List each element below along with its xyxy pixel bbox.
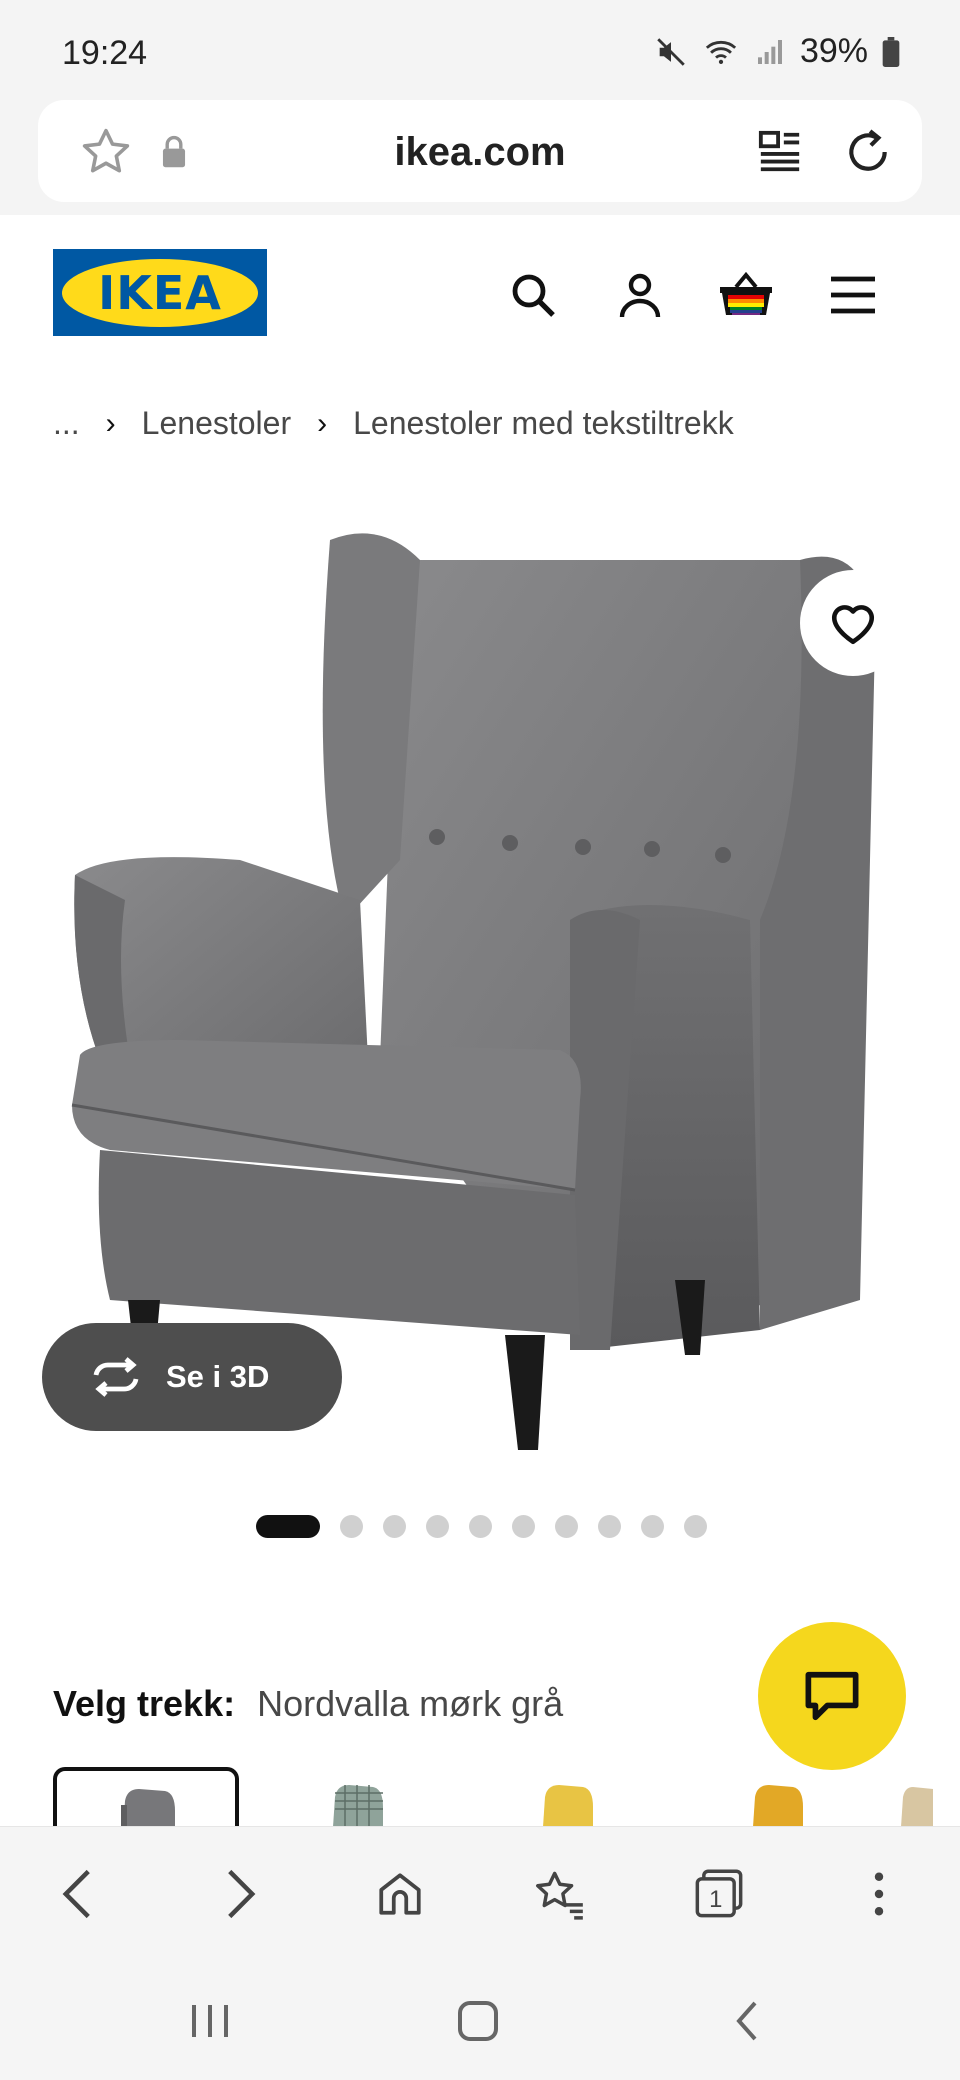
carousel-dot[interactable] — [340, 1515, 363, 1538]
chevron-right-icon: › — [105, 406, 116, 440]
heart-icon — [831, 605, 875, 645]
logo-text: IKEA — [98, 265, 222, 320]
rotate-3d-icon — [93, 1357, 139, 1397]
wifi-icon — [705, 40, 737, 64]
status-bar: 19:24 39% — [0, 0, 960, 100]
status-time: 19:24 — [62, 34, 148, 72]
home-icon[interactable] — [443, 1986, 513, 2056]
swatch-checked[interactable] — [263, 1767, 449, 1827]
signal-icon — [757, 39, 782, 64]
carousel-dot[interactable] — [512, 1515, 535, 1538]
browser-toolbar: 1 — [0, 1826, 960, 1960]
carousel-dot[interactable] — [469, 1515, 492, 1538]
image-carousel-dots — [256, 1515, 707, 1538]
system-navigation — [0, 1960, 960, 2080]
view-3d-button[interactable]: Se i 3D — [42, 1323, 342, 1431]
cover-selection: Velg trekk: Nordvalla mørk grå — [53, 1683, 563, 1725]
chat-icon — [805, 1671, 859, 1721]
breadcrumb-ellipsis[interactable]: ... — [53, 405, 80, 442]
recents-icon[interactable] — [175, 1986, 245, 2056]
reader-icon[interactable] — [750, 122, 810, 182]
view-3d-label: Se i 3D — [166, 1359, 270, 1394]
swatch-yellow[interactable] — [473, 1767, 659, 1827]
search-icon[interactable] — [505, 267, 561, 323]
swatch-beige[interactable] — [893, 1767, 960, 1827]
url-bar[interactable]: ikea.com — [38, 100, 922, 202]
menu-icon[interactable] — [825, 267, 881, 323]
battery-percent: 39% — [799, 32, 868, 70]
back-icon[interactable] — [712, 1986, 782, 2056]
carousel-dot[interactable] — [684, 1515, 707, 1538]
carousel-dot-active[interactable] — [256, 1515, 320, 1538]
favorite-button[interactable] — [800, 570, 906, 676]
cover-swatches — [53, 1767, 960, 1827]
account-icon[interactable] — [612, 267, 668, 323]
home-icon[interactable] — [365, 1859, 435, 1929]
battery-icon — [882, 36, 900, 67]
carousel-dot[interactable] — [383, 1515, 406, 1538]
more-icon[interactable] — [844, 1859, 914, 1929]
carousel-dot[interactable] — [426, 1515, 449, 1538]
breadcrumb: ... › Lenestoler › Lenestoler med teksti… — [53, 405, 734, 442]
carousel-dot[interactable] — [555, 1515, 578, 1538]
mute-icon — [657, 37, 685, 66]
tabs-icon[interactable]: 1 — [684, 1859, 754, 1929]
site-header: IKEA — [0, 215, 960, 365]
reload-icon[interactable] — [838, 122, 898, 182]
browser-urlbar-area: ikea.com — [0, 100, 960, 215]
breadcrumb-item-lenestoler[interactable]: Lenestoler — [142, 405, 291, 442]
carousel-dot[interactable] — [598, 1515, 621, 1538]
bookmarks-icon[interactable] — [524, 1859, 594, 1929]
svg-text:1: 1 — [709, 1886, 722, 1913]
swatch-golden-yellow[interactable] — [683, 1767, 869, 1827]
chat-button[interactable] — [758, 1622, 906, 1770]
forward-icon[interactable] — [206, 1859, 276, 1929]
ikea-logo[interactable]: IKEA — [53, 249, 267, 336]
chevron-right-icon: › — [317, 406, 328, 440]
breadcrumb-item-current[interactable]: Lenestoler med tekstiltrekk — [353, 405, 734, 442]
cover-value: Nordvalla mørk grå — [257, 1683, 564, 1724]
swatch-nordvalla-dark-grey[interactable] — [53, 1767, 239, 1827]
back-icon[interactable] — [42, 1859, 112, 1929]
status-icons: 39% — [654, 32, 900, 71]
carousel-dot[interactable] — [641, 1515, 664, 1538]
cover-label: Velg trekk: — [53, 1683, 236, 1724]
basket-icon[interactable] — [718, 267, 774, 323]
